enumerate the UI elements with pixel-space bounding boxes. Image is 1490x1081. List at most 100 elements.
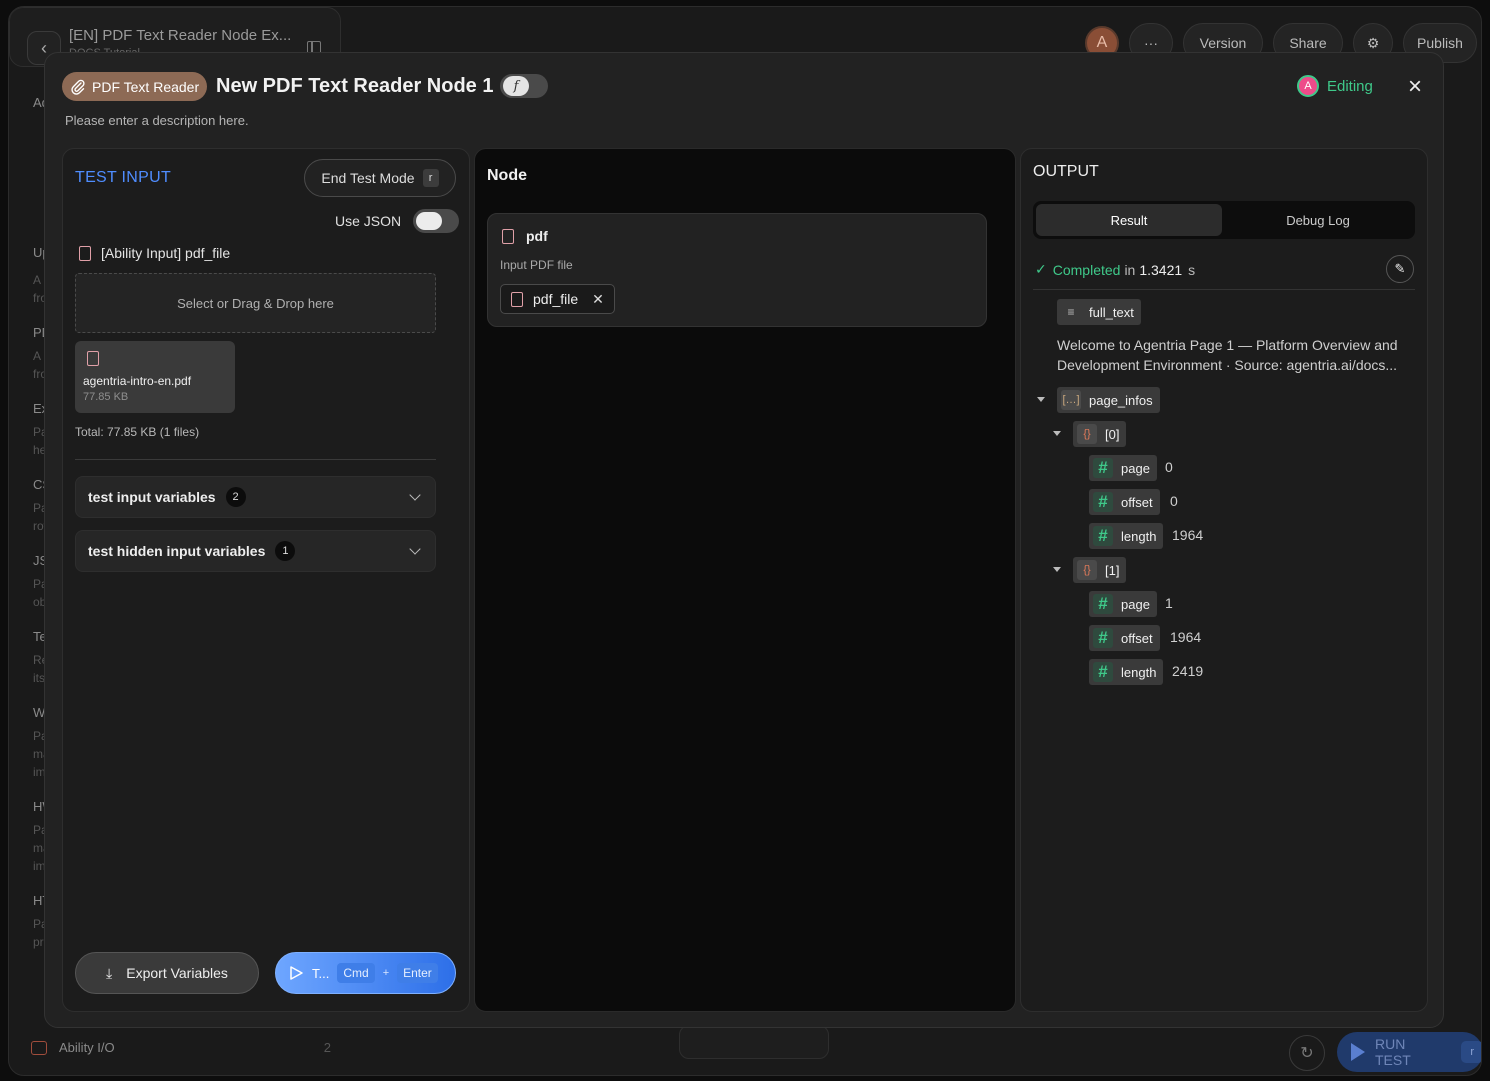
key-offset: # offset [1089,489,1160,515]
file-name: agentria-intro-en.pdf [83,374,192,388]
end-test-mode-button[interactable]: End Test Mode r [304,159,456,197]
output-tabs: Result Debug Log [1033,201,1415,239]
number-hash-icon: # [1093,458,1113,478]
pdf-file-field-text: [Ability Input] pdf_file [101,245,231,261]
tab-debug-log[interactable]: Debug Log [1225,204,1411,236]
editor-avatar: A [1297,75,1319,97]
shortcut-plus: + [382,967,390,979]
key-label: length [1121,528,1157,544]
key-index: {} [1] [1073,557,1127,583]
node-input-header: pdf [502,228,548,244]
test-hidden-input-variables-accordion[interactable]: test hidden input variables 1 [75,530,436,572]
key-page: # page [1089,591,1157,617]
collapse-caret-icon[interactable] [1053,431,1061,436]
value-page: 1 [1165,595,1173,611]
paperclip-icon [71,79,85,95]
files-total: Total: 77.85 KB (1 files) [75,425,200,439]
file-icon [79,245,91,261]
uploaded-file-card[interactable]: agentria-intro-en.pdf 77.85 KB [75,341,235,413]
key-label: length [1121,664,1157,680]
key-offset: # offset [1089,625,1160,651]
document-title: [EN] PDF Text Reader Node Ex... [69,27,292,44]
ability-io-count: 2 [323,1040,331,1055]
node-input-description: Input PDF file [500,258,573,272]
status-in: in [1124,261,1136,278]
node-type-label: PDF Text Reader [92,78,200,95]
variable-tag[interactable]: pdf_file ✕ [500,284,615,314]
run-test-shortcut: r [1461,1041,1481,1063]
number-hash-icon: # [1093,492,1113,512]
output-title: OUTPUT [1033,163,1099,180]
key-full-text: ≡ full_text [1057,299,1141,325]
value-length: 1964 [1172,527,1204,543]
node-type-chip: PDF Text Reader [62,72,208,101]
count-badge: 2 [225,487,246,507]
node-test-modal: PDF Text Reader New PDF Text Reader Node… [44,52,1444,1028]
node-input-name: pdf [526,228,548,244]
status-duration: 1.3421 [1139,261,1183,278]
io-icon [31,1041,47,1055]
file-size: 77.85 KB [83,391,129,403]
test-run-label: T... [312,965,330,981]
function-icon: f [503,76,529,96]
check-icon: ✓ [1035,261,1047,277]
pencil-icon: ✎ [1394,261,1406,276]
number-hash-icon: # [1093,628,1113,648]
divider [75,459,436,460]
value-offset: 0 [1170,493,1178,509]
number-hash-icon: # [1093,526,1113,546]
editing-status: A Editing [1297,75,1373,97]
toggle-knob [416,212,443,230]
text-lines-icon: ≡ [1067,305,1075,319]
node-description[interactable]: Please enter a description here. [65,113,249,128]
key-page: # page [1089,455,1157,481]
play-icon [1351,1043,1365,1061]
shortcut-key-enter: Enter [397,963,438,983]
value-offset: 1964 [1170,629,1202,645]
tab-result[interactable]: Result [1036,204,1222,236]
collapse-caret-icon[interactable] [1037,397,1045,402]
editing-label: Editing [1327,77,1373,95]
test-input-panel: TEST INPUT End Test Mode r Use JSON [Abi… [62,148,470,1012]
file-drop-zone[interactable]: Select or Drag & Drop here [75,273,436,333]
key-length: # length [1089,523,1164,549]
close-button[interactable]: × [1403,73,1427,100]
pdf-file-field-label: [Ability Input] pdf_file [79,245,230,261]
export-variables-button[interactable]: ⤓ Export Variables [75,952,259,994]
file-icon [511,291,523,307]
file-icon [502,228,514,244]
test-input-title: TEST INPUT [75,169,172,186]
node-title[interactable]: New PDF Text Reader Node 1 [216,75,493,98]
test-input-variables-accordion[interactable]: test input variables 2 [75,476,436,518]
play-icon [290,966,303,980]
refresh-icon: ↻ [1300,1045,1314,1062]
download-icon: ⤓ [106,964,113,981]
accordion-label: test input variables [88,489,216,505]
export-variables-label: Export Variables [126,965,228,981]
remove-icon[interactable]: ✕ [592,291,604,308]
pdf-file-icon [87,351,99,366]
node-panel: Node pdf Input PDF file pdf_file ✕ [474,148,1016,1012]
key-label: page [1121,460,1150,476]
refresh-button[interactable]: ↻ [1289,1035,1325,1071]
output-panel: OUTPUT Result Debug Log ✓ Completed in 1… [1020,148,1428,1012]
key-label: [1] [1105,562,1120,578]
completion-status: ✓ Completed in 1.3421 s [1035,261,1195,278]
number-hash-icon: # [1093,594,1113,614]
function-toggle[interactable]: f [500,74,548,98]
ability-io-section[interactable]: Ability I/O 2 [23,1033,341,1065]
use-json-toggle[interactable] [413,209,460,233]
run-test-label: RUN TEST [1375,1036,1411,1068]
use-json-label: Use JSON [335,213,402,229]
run-test-button[interactable]: RUN TEST r [1337,1032,1481,1072]
test-run-button[interactable]: T... Cmd + Enter [275,952,456,994]
array-icon: […] [1061,390,1081,410]
edit-output-button[interactable]: ✎ [1386,255,1414,283]
collapse-caret-icon[interactable] [1053,567,1061,572]
chevron-down-icon [409,543,421,555]
ability-io-label: Ability I/O [59,1040,115,1055]
key-label: offset [1121,630,1153,646]
canvas-toolbar [679,1025,829,1059]
chevron-left-icon: ‹ [41,37,47,58]
gear-icon: ⚙ [1366,34,1380,51]
